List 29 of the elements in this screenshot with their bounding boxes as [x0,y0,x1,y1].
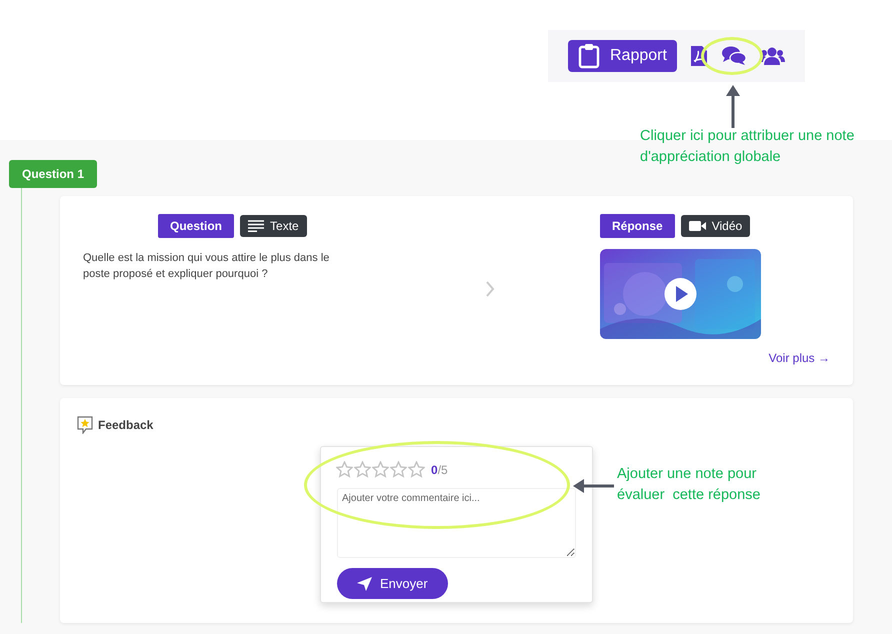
send-icon [357,576,372,590]
arrow-up-annotation [726,84,740,128]
report-button[interactable]: Rapport [568,40,677,72]
annotation-text: Cliquer ici pour attribuer une note d'appréciation globale [640,127,855,167]
arrow-left-annotation [572,479,614,493]
response-label: Réponse [600,214,675,238]
type-label: Vidéo [712,219,742,233]
send-button[interactable]: Envoyer [337,568,448,599]
question-text: Quelle est la mission qui vous attire le plus dans le poste proposé et expliquer pourquoi ? [83,251,330,282]
annotation-text: Ajouter une note pour évaluer cette réponse [617,465,762,505]
type-label: Texte [270,219,299,233]
rating-score: 0/5 [431,462,448,476]
text-lines-icon [248,220,264,232]
star-icon[interactable] [390,461,407,478]
star-icon[interactable] [408,461,425,478]
highlight-ellipse [701,37,763,75]
feedback-title: Feedback [98,418,154,432]
clipboard-icon [578,43,600,69]
question-label: Question [158,214,234,238]
star-icon[interactable] [336,461,353,478]
question-number-badge: Question 1 [9,160,98,188]
star-icon[interactable] [372,461,389,478]
see-more-link[interactable]: Voir plus → [768,351,830,365]
video-camera-icon [688,221,706,231]
comment-field[interactable]: Ajouter votre commentaire ici... [337,488,576,558]
star-icon[interactable] [354,461,371,478]
chevron-right-icon[interactable] [484,280,494,298]
star-comment-icon [77,416,93,434]
chat-icon[interactable] [720,45,747,67]
